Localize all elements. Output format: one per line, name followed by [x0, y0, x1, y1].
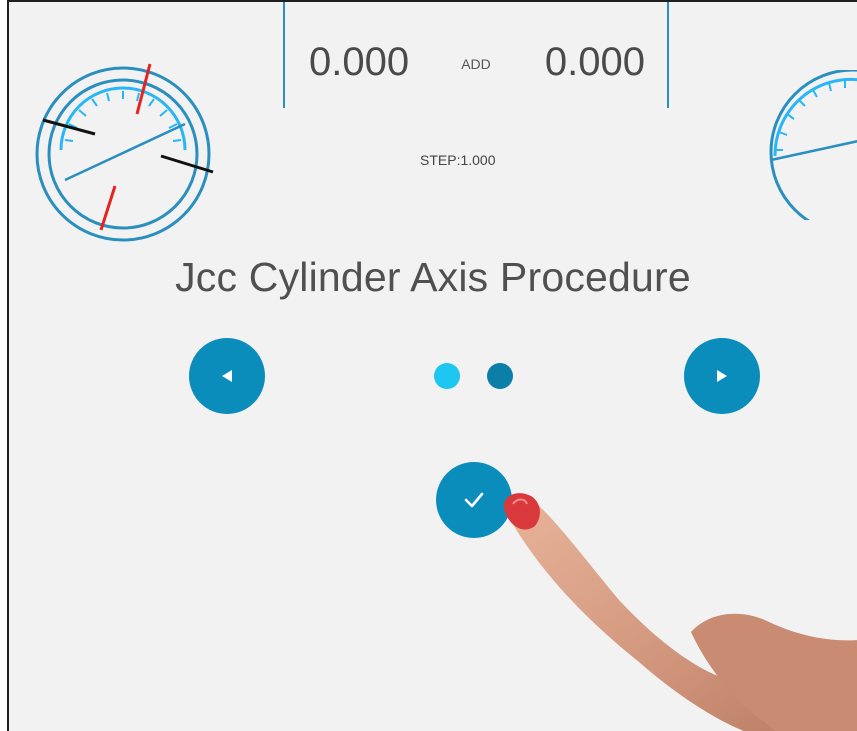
right-axis-dial-icon[interactable] [753, 70, 857, 220]
next-button[interactable] [684, 338, 760, 414]
triangle-left-icon [222, 370, 232, 382]
previous-button[interactable] [189, 338, 265, 414]
left-axis-dial-icon[interactable] [29, 54, 219, 244]
page-indicator-dot-2[interactable] [487, 363, 513, 389]
page-title: Jcc Cylinder Axis Procedure [175, 254, 691, 300]
app-screen: 0.000 ADD 0.000 STEP:1.000 Jcc Cylinder … [7, 0, 857, 731]
left-value[interactable]: 0.000 [309, 42, 409, 82]
power-readout: 0.000 ADD 0.000 [283, 2, 669, 108]
pointing-finger-image [503, 493, 857, 731]
right-value[interactable]: 0.000 [545, 42, 645, 82]
triangle-right-icon [717, 370, 727, 382]
page-indicator-dot-1[interactable] [434, 363, 460, 389]
add-label: ADD [461, 56, 491, 72]
step-label: STEP:1.000 [420, 152, 496, 168]
